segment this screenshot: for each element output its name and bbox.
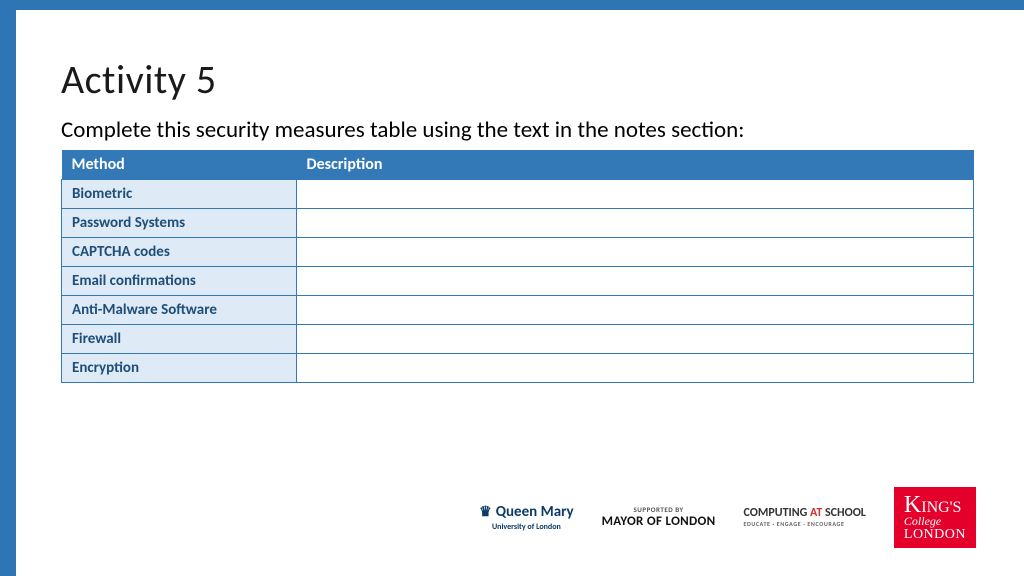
logo-mayor-sup: SUPPORTED BY: [602, 505, 716, 514]
logo-kings-college-london: KING'S College LONDON: [894, 487, 976, 548]
description-cell: [297, 180, 974, 209]
table-row: Biometric: [62, 180, 974, 209]
method-cell: Biometric: [62, 180, 297, 209]
instruction-text: Complete this security measures table us…: [61, 116, 974, 144]
cas-word-3: SCHOOL: [825, 506, 866, 520]
col-header-description: Description: [297, 150, 974, 180]
description-cell: [297, 267, 974, 296]
kcl-ings: ING'S: [921, 500, 961, 515]
logo-mayor-of-london: SUPPORTED BY MAYOR OF LONDON: [602, 505, 716, 529]
method-cell: Anti-Malware Software: [62, 296, 297, 325]
description-cell: [297, 238, 974, 267]
table-row: Firewall: [62, 325, 974, 354]
cas-word-1: COMPUTING: [743, 506, 810, 520]
kcl-k: K: [904, 494, 921, 517]
description-cell: [297, 296, 974, 325]
table-row: Email confirmations: [62, 267, 974, 296]
slide-title: Activity 5: [61, 55, 974, 104]
method-cell: Email confirmations: [62, 267, 297, 296]
description-cell: [297, 209, 974, 238]
table-row: Password Systems: [62, 209, 974, 238]
logo-mayor-main: MAYOR OF LONDON: [602, 514, 716, 529]
kcl-london: LONDON: [904, 528, 966, 541]
method-cell: Encryption: [62, 354, 297, 383]
logo-computing-at-school: COMPUTING AT SCHOOL EDUCATE · ENGAGE · E…: [743, 506, 865, 528]
description-cell: [297, 325, 974, 354]
kcl-college: College: [904, 516, 966, 527]
cas-word-2: AT: [810, 506, 825, 520]
col-header-method: Method: [62, 150, 297, 180]
logo-qm-text: Queen Mary: [496, 503, 574, 521]
method-cell: Password Systems: [62, 209, 297, 238]
table-row: Anti-Malware Software: [62, 296, 974, 325]
footer-logos: ♛ Queen Mary University of London SUPPOR…: [479, 487, 976, 548]
slide-border-left: [0, 0, 16, 576]
security-table: Method Description Biometric Password Sy…: [61, 150, 974, 383]
cas-sub: EDUCATE · ENGAGE · ENCOURAGE: [743, 520, 865, 528]
logo-qm-sub: University of London: [492, 522, 561, 532]
table-row: Encryption: [62, 354, 974, 383]
method-cell: Firewall: [62, 325, 297, 354]
table-row: CAPTCHA codes: [62, 238, 974, 267]
logo-queen-mary: ♛ Queen Mary University of London: [479, 503, 573, 532]
slide-border-top: [0, 0, 1024, 10]
method-cell: CAPTCHA codes: [62, 238, 297, 267]
description-cell: [297, 354, 974, 383]
crown-icon: ♛: [479, 503, 492, 520]
